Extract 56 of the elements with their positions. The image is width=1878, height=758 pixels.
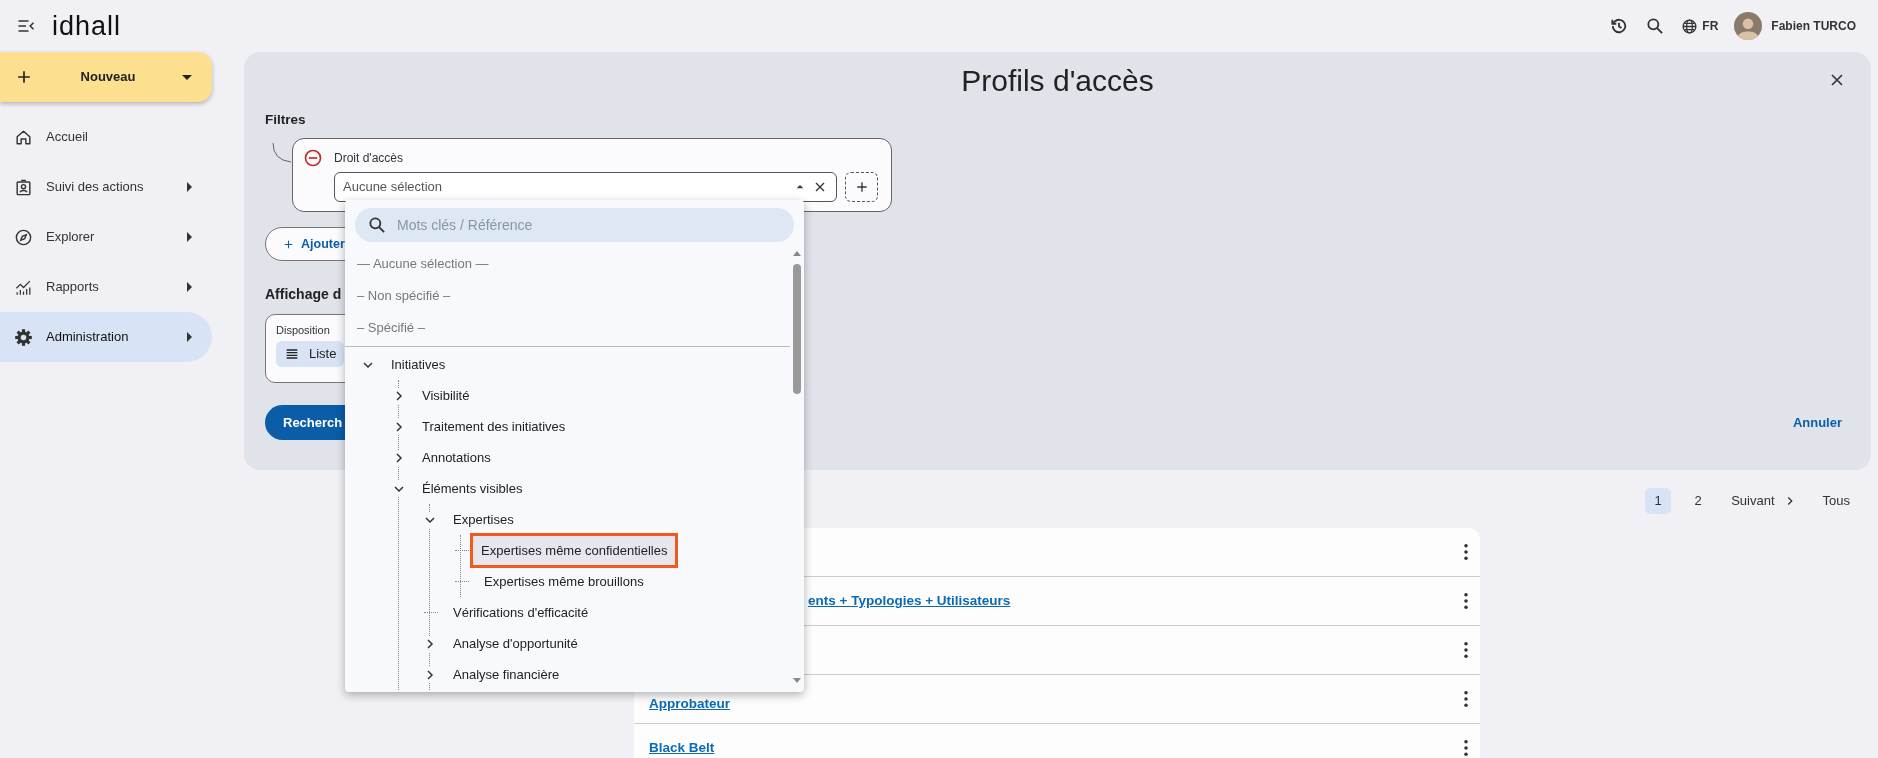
globe-icon [1681, 17, 1699, 35]
search-field[interactable]: Mots clés / Référence [355, 208, 794, 242]
scroll-up-icon [793, 251, 801, 256]
more-options-button[interactable] [1464, 642, 1468, 658]
search-button[interactable] [1645, 16, 1666, 36]
result-link[interactable]: ents + Typologies + Utilisateurs [808, 590, 1011, 612]
tree-item[interactable]: Expertises même confidentielles [470, 532, 679, 569]
sidebar-item[interactable]: Accueil [0, 112, 212, 162]
caret-icon [182, 74, 192, 80]
language-button[interactable]: FR [1681, 17, 1719, 35]
id-badge-icon [14, 177, 33, 197]
sidebar-item[interactable]: Explorer [0, 212, 212, 262]
scroll-down-icon [793, 678, 801, 683]
compass-icon [14, 227, 33, 247]
more-options-button[interactable] [1464, 691, 1468, 707]
list-icon [284, 346, 300, 362]
new-button[interactable]: Nouveau [0, 52, 212, 102]
avatar [1734, 12, 1763, 40]
select-field[interactable]: Aucune sélection [334, 172, 837, 202]
page-button[interactable]: 2 [1685, 488, 1712, 514]
page-title: Profils d'accès [961, 63, 1154, 99]
page-button[interactable]: 1 [1645, 488, 1672, 514]
section-heading: Affichage d [265, 286, 342, 302]
sidebar-item[interactable]: Administration [0, 312, 212, 362]
more-options-button[interactable] [1464, 740, 1468, 756]
kebab-icon [1464, 642, 1468, 658]
kebab-icon [1464, 740, 1468, 756]
next-page-button[interactable]: Suivant [1725, 488, 1803, 514]
kebab-icon [1464, 593, 1468, 609]
user-name: Fabien TURCO [1771, 18, 1856, 35]
user-menu[interactable]: Fabien TURCO [1734, 12, 1856, 40]
field-label: Disposition [276, 323, 330, 337]
sidebar-item[interactable]: Suivi des actions [0, 162, 212, 212]
home-icon [14, 127, 33, 147]
kebab-icon [1464, 544, 1468, 560]
add-condition-button[interactable] [845, 172, 878, 202]
dropdown-option[interactable]: – Spécifié – [345, 312, 790, 344]
result-link[interactable]: Approbateur [649, 694, 730, 715]
logo[interactable]: idhall [52, 12, 122, 40]
dropdown-option[interactable]: – Non spécifié – [345, 280, 790, 312]
section-heading: Filtres [265, 112, 306, 128]
remove-filter-button[interactable] [303, 148, 323, 168]
settings-icon [14, 327, 33, 347]
search-icon [367, 215, 387, 235]
more-options-button[interactable] [1464, 593, 1468, 609]
more-options-button[interactable] [1464, 544, 1468, 560]
filter-label: Droit d'accès [334, 150, 403, 167]
result-link[interactable]: Black Belt [649, 737, 715, 758]
search-icon [1645, 16, 1666, 36]
sidebar-item[interactable]: Rapports [0, 262, 212, 312]
scrollbar-thumb[interactable] [793, 264, 801, 394]
layout-option[interactable]: Liste [276, 341, 345, 367]
show-all-button[interactable]: Tous [1816, 488, 1856, 514]
kebab-icon [1464, 691, 1468, 707]
minus-circle-icon [303, 148, 323, 168]
cancel-link[interactable]: Annuler [1792, 412, 1842, 433]
